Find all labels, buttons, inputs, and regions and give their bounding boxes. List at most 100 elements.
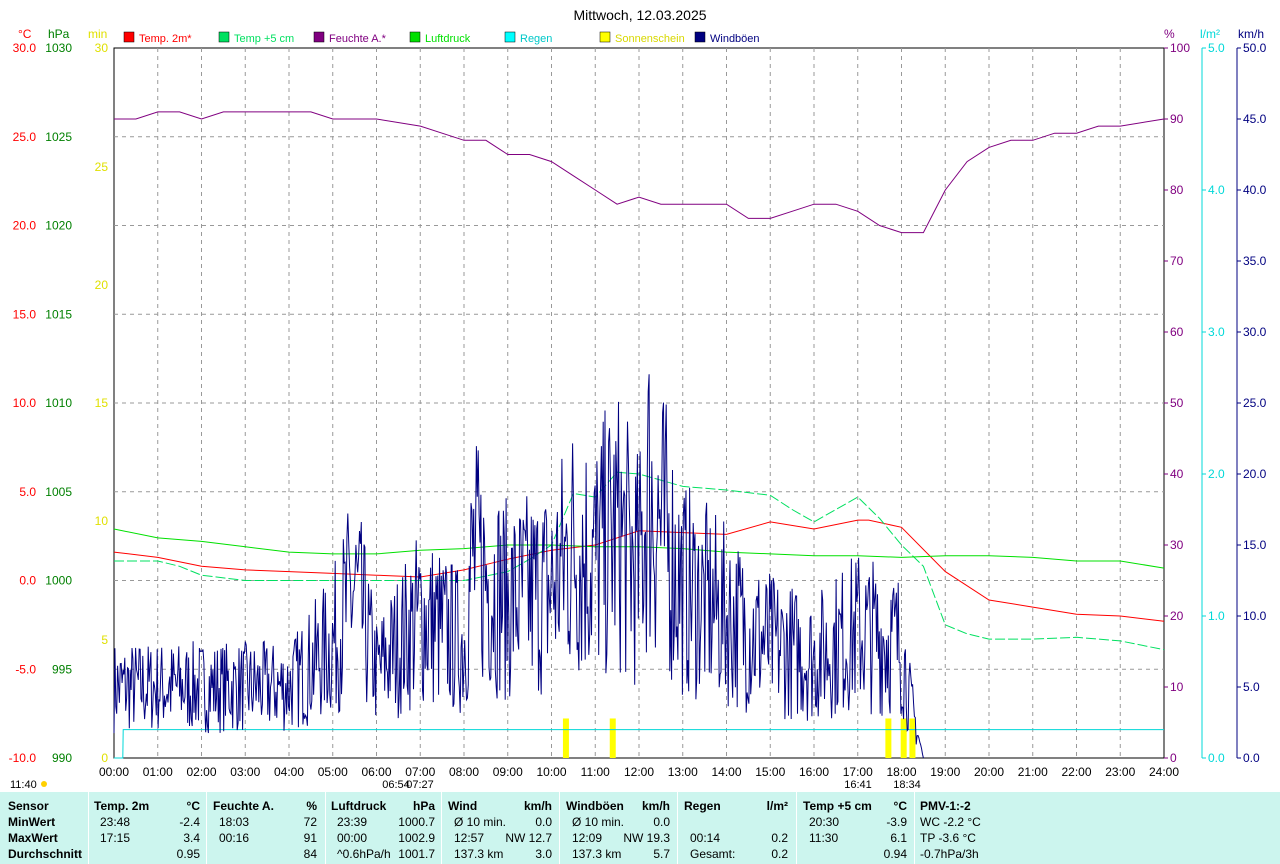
chart-legend: Temp. 2m* Temp +5 cm Feuchte A.* Luftdruck R… (123, 31, 760, 45)
humidity-tick-label: 70 (1170, 254, 1184, 268)
summary-unit: hPa (412, 799, 435, 813)
summary-unit: °C (186, 799, 200, 813)
x-tick-label: 19:00 (930, 765, 960, 779)
rain-tick-label: 4.0 (1208, 183, 1225, 197)
sensor-row-label: MinWert (8, 815, 56, 829)
x-tick-label: 04:00 (274, 765, 304, 779)
temp-tick-label: 30.0 (13, 41, 37, 55)
x-tick-label: 15:00 (755, 765, 785, 779)
legend-label: Feuchte A.* (329, 33, 387, 45)
legend-label: Temp. 2m* (139, 33, 192, 45)
summary-cell-value: 6.1 (890, 831, 907, 845)
sunset2-label: 18:34 (893, 779, 921, 791)
summary-cell-value: 0.95 (176, 847, 200, 861)
chart-grid (113, 47, 1165, 759)
wind-tick-label: 20.0 (1243, 467, 1267, 481)
sunshine-tick-label: 30 (95, 41, 109, 55)
sunshine-bar (909, 718, 916, 758)
summary-cell-value: 72 (303, 815, 317, 829)
sunrise2-label: 07:27 (406, 779, 434, 791)
temp-tick-label: -5.0 (15, 662, 36, 676)
x-tick-label: 22:00 (1061, 765, 1091, 779)
summary-cell-value: 0.0 (535, 815, 552, 829)
left-time-label: 11:40 (10, 779, 37, 791)
pressure-unit: hPa (48, 27, 70, 41)
legend-label: Luftdruck (425, 33, 471, 45)
x-tick-label: 06:00 (361, 765, 391, 779)
x-tick-label: 20:00 (974, 765, 1004, 779)
summary-unit: km/h (523, 799, 552, 813)
sensor-row-label: MaxWert (8, 831, 58, 845)
sunshine-tick-label: 10 (95, 514, 109, 528)
summary-separator (796, 792, 797, 864)
pmv-row: -0.7hPa/3h (920, 847, 979, 861)
legend-swatch (313, 31, 325, 43)
x-tick-label: 02:00 (186, 765, 216, 779)
weather-chart: 00:00 01:00 02:00 03:00 04:00 05:00 06:00 07:00… (9, 7, 1267, 791)
legend-swatch (694, 31, 706, 43)
pressure-tick-label: 1000 (45, 574, 72, 588)
wind-tick-label: 10.0 (1243, 609, 1267, 623)
summary-separator (325, 792, 326, 864)
summary-cell-value: 1001.7 (398, 847, 435, 861)
humidity-tick-label: 90 (1170, 112, 1184, 126)
humidity-unit: % (1164, 27, 1175, 41)
x-tick-label: 00:00 (99, 765, 129, 779)
humidity-tick-label: 100 (1170, 41, 1190, 55)
humidity-tick-label: 50 (1170, 396, 1184, 410)
pressure-tick-label: 1005 (45, 485, 72, 499)
pressure-tick-label: 1025 (45, 130, 72, 144)
summary-cell-value: -3.9 (886, 815, 907, 829)
pmv-row: TP -3.6 °C (920, 831, 976, 845)
summary-cell-value: 1002.9 (398, 831, 435, 845)
humidity-tick-label: 40 (1170, 467, 1184, 481)
x-tick-label: 05:00 (318, 765, 348, 779)
humidity-tick-label: 60 (1170, 325, 1184, 339)
temp-tick-label: 25.0 (13, 130, 37, 144)
temp-tick-label: -10.0 (9, 751, 37, 765)
summary-cell-value: NW 12.7 (505, 831, 552, 845)
pressure-tick-label: 1030 (45, 41, 72, 55)
summary-separator (914, 792, 915, 864)
humidity-tick-label: 80 (1170, 183, 1184, 197)
wind-tick-label: 45.0 (1243, 112, 1267, 126)
legend-swatch (599, 31, 611, 43)
x-tick-label: 11:00 (581, 765, 610, 779)
summary-cell-value: 0.94 (883, 847, 907, 861)
x-tick-label: 16:00 (799, 765, 829, 779)
summary-separator (88, 792, 89, 864)
summary-cell-value: 0.2 (771, 831, 788, 845)
x-tick-label: 21:00 (1018, 765, 1048, 779)
x-tick-label: 23:00 (1105, 765, 1135, 779)
sensor-header: Sensor (8, 799, 49, 813)
pressure-tick-label: 1015 (45, 307, 72, 321)
x-tick-label: 13:00 (668, 765, 698, 779)
summary-unit: km/h (641, 799, 670, 813)
pressure-tick-label: 990 (52, 751, 72, 765)
summary-unit: % (306, 799, 317, 813)
pmv-row: WC -2.2 °C (920, 815, 981, 829)
summary-separator (441, 792, 442, 864)
summary-unit: °C (893, 799, 907, 813)
sunshine-tick-label: 5 (101, 633, 108, 647)
pressure-tick-label: 995 (52, 662, 72, 676)
sunshine-bar (885, 718, 892, 758)
x-tick-label: 10:00 (536, 765, 566, 779)
humidity-tick-label: 30 (1170, 538, 1184, 552)
sunshine-unit: min (88, 27, 107, 41)
wind-tick-label: 30.0 (1243, 325, 1267, 339)
summary-separator (559, 792, 560, 864)
pressure-tick-label: 1020 (45, 219, 72, 233)
temp-unit: °C (18, 27, 32, 41)
temp-tick-label: 5.0 (19, 485, 36, 499)
rain-tick-label: 2.0 (1208, 467, 1225, 481)
temp-tick-label: 0.0 (19, 574, 36, 588)
pressure-tick-label: 1010 (45, 396, 72, 410)
wind-tick-label: 0.0 (1243, 751, 1260, 765)
x-tick-label: 12:00 (624, 765, 654, 779)
sunshine-bar (609, 718, 616, 758)
sensor-row-label: Durchschnitt (8, 847, 83, 861)
legend-swatch (218, 31, 230, 43)
summary-cell-value: 5.7 (653, 847, 670, 861)
legend-swatch (409, 31, 421, 43)
